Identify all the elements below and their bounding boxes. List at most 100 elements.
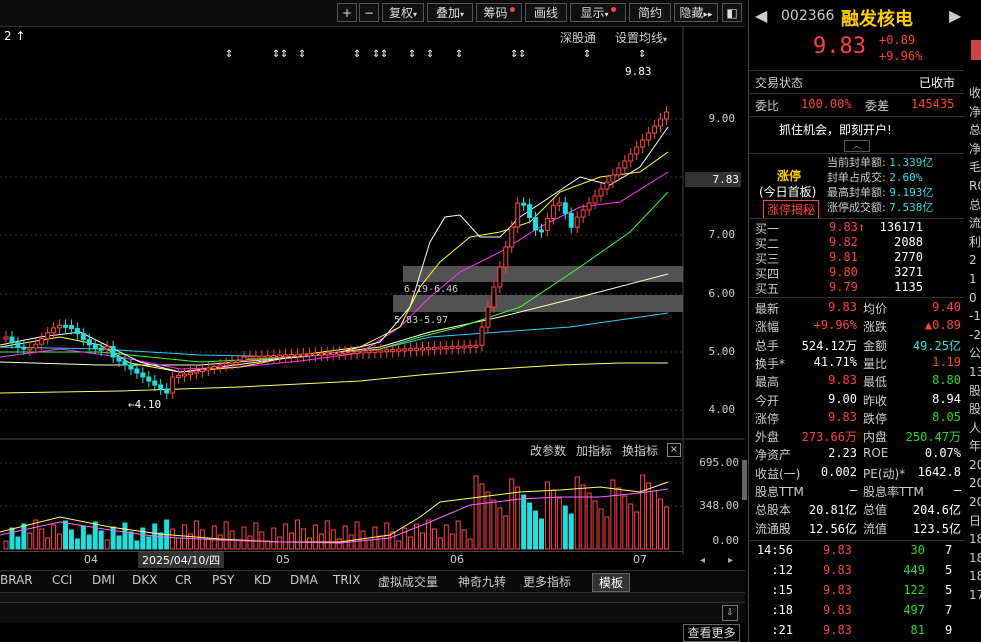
open-account-ad[interactable]: 抓住机会，即刻开户! [779, 121, 892, 138]
volume-bar [556, 497, 562, 550]
event-mark[interactable]: ⇕ [280, 49, 288, 60]
candle-body [634, 146, 640, 155]
zoom-in-button[interactable]: + [337, 3, 357, 22]
quote-label: PE(动)* [863, 466, 906, 481]
event-mark[interactable]: ⇕ [380, 49, 388, 60]
collapse-up-icon[interactable]: ︿ [844, 140, 870, 152]
chart-toolbar: + − 复权▾ 叠加▾ 筹码 画线 显示▾ 简约 隐藏▸▸ ◧ [0, 0, 745, 27]
stock-code: 002366 [781, 8, 835, 24]
volume-bar [467, 538, 473, 550]
candle-body [503, 246, 509, 268]
divider [749, 297, 964, 298]
candle-body [408, 348, 414, 352]
view-more-button[interactable]: 查看更多 [683, 624, 740, 642]
seal-row-1: 封单占成交: 2.60% [827, 170, 933, 185]
tab-dkx[interactable]: DKX [132, 573, 157, 587]
volume-bar [443, 524, 449, 550]
xianshi-button[interactable]: 显示▾ [570, 3, 626, 22]
kline-chart-area[interactable]: 2 ↑ 深股通 设置均线▾ 9.00 7.00 6.00 5.00 4.00 7… [0, 27, 745, 568]
tab-magic-nine[interactable]: 神奇九转 [458, 573, 506, 590]
event-mark[interactable]: ⇕ [225, 49, 233, 60]
candle-body [21, 346, 27, 350]
divider [749, 153, 964, 154]
buy-order-row[interactable]: 买五 9.79 1135 [749, 280, 964, 298]
candle-body [384, 349, 390, 353]
candle-body [652, 125, 658, 134]
huaxian-button[interactable]: 画线 [525, 3, 567, 22]
quote-value: 41.71% [813, 354, 857, 369]
stock-name: 融发核电 [841, 9, 913, 30]
quote-label: 涨停 [755, 411, 780, 426]
candle-body [27, 347, 33, 351]
event-mark[interactable]: ⇕ [353, 49, 361, 60]
x-label-06: 06 [450, 553, 464, 566]
candle-body [92, 344, 98, 349]
quote-value: 2.23 [828, 446, 857, 461]
tick-price: 9.83 [823, 583, 852, 597]
vol-jiazhibiao[interactable]: 加指标 [576, 442, 612, 459]
event-mark[interactable]: ⇕ [408, 49, 416, 60]
candle-body [247, 356, 253, 360]
diejia-button[interactable]: 叠加▾ [427, 3, 473, 22]
candle-body [51, 327, 57, 334]
vol-gaicanshu[interactable]: 改参数 [530, 442, 566, 459]
tab-template[interactable]: 模板 [592, 573, 631, 592]
tab-cr[interactable]: CR [175, 573, 192, 587]
tab-cci[interactable]: CCI [52, 573, 72, 587]
edge-char: 0 [969, 290, 977, 305]
jianyue-button[interactable]: 简约 [629, 3, 671, 22]
next-stock-icon[interactable]: ▶ [949, 6, 961, 25]
yincang-button[interactable]: 隐藏▸▸ [674, 3, 718, 22]
candle-body [80, 333, 86, 341]
quote-label: 均价 [863, 302, 888, 316]
candle-body [229, 361, 235, 365]
buy-price: 9.80 [829, 265, 858, 279]
panel-toggle-button[interactable]: ◧ [722, 3, 742, 22]
limit-up-reveal-button[interactable]: 涨停揭秘 [763, 200, 820, 219]
panel-splitter[interactable] [742, 460, 747, 500]
vol-huanzhibiao[interactable]: 换指标 [622, 442, 658, 459]
volume-bar [104, 539, 110, 550]
tab-dmi[interactable]: DMI [92, 573, 115, 587]
tick-price: 9.83 [823, 563, 852, 577]
tab-psy[interactable]: PSY [212, 573, 234, 587]
xianshi-label: 显示 [580, 6, 605, 20]
volume-bar [461, 529, 467, 550]
candle-body [461, 345, 467, 349]
event-mark[interactable]: ⇕ [518, 49, 526, 60]
tab-brar[interactable]: BRAR [0, 573, 33, 587]
event-mark[interactable]: ⇕ [298, 49, 306, 60]
close-icon[interactable]: × [667, 443, 681, 457]
prev-stock-icon[interactable]: ◀ [755, 6, 767, 25]
chouma-button[interactable]: 筹码 [476, 3, 522, 22]
volume-bar [3, 540, 9, 550]
chevron-down-icon: ▾ [604, 10, 609, 19]
ma-white-long [0, 273, 669, 366]
tick-volume: 81 [910, 623, 925, 637]
zoom-out-button[interactable]: − [359, 3, 379, 22]
volume-bar [509, 478, 515, 550]
tab-dma[interactable]: DMA [290, 573, 318, 587]
event-mark[interactable]: ⇕ [638, 49, 646, 60]
volume-bar [301, 528, 306, 550]
volume-bar [330, 529, 336, 550]
event-mark[interactable]: ⇕ [583, 49, 591, 60]
tab-kd[interactable]: KD [254, 573, 271, 587]
quote-value: 9.00 [828, 391, 857, 406]
fuquan-button[interactable]: 复权▾ [382, 3, 424, 22]
scroll-right-icon[interactable]: ▸ [728, 555, 733, 566]
edge-char: -2 [969, 327, 981, 342]
indicator-tabs: BRAR CCI DMI DKX CR PSY KD DMA TRIX 虚拟成交… [0, 570, 745, 593]
tab-trix[interactable]: TRIX [333, 573, 360, 587]
tick-volume: 30 [910, 543, 925, 557]
scroll-left-icon[interactable]: ◂ [700, 555, 705, 566]
divider [749, 70, 964, 71]
expand-down-icon[interactable]: ⇩ [722, 605, 738, 621]
quote-value: 8.80 [932, 373, 961, 388]
quote-label: 流值 [863, 521, 888, 536]
quote-value: 273.66万 [801, 430, 857, 445]
event-mark[interactable]: ⇕ [455, 49, 463, 60]
tab-more-indicators[interactable]: 更多指标 [523, 573, 571, 590]
tab-virtual-volume[interactable]: 虚拟成交量 [378, 573, 438, 590]
event-mark[interactable]: ⇕ [426, 49, 434, 60]
